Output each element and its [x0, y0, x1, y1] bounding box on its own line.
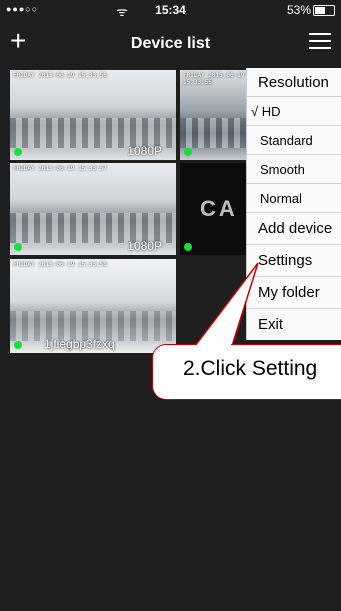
instruction-callout: 2.Click Setting [152, 344, 341, 400]
app-screen: ●●●○○ ᯤ 15:34 53% + Device list FRIDAY 2… [0, 0, 341, 611]
callout-pointer [193, 262, 259, 347]
callout-text: 2.Click Setting [183, 357, 318, 380]
callout-seam [197, 344, 231, 347]
